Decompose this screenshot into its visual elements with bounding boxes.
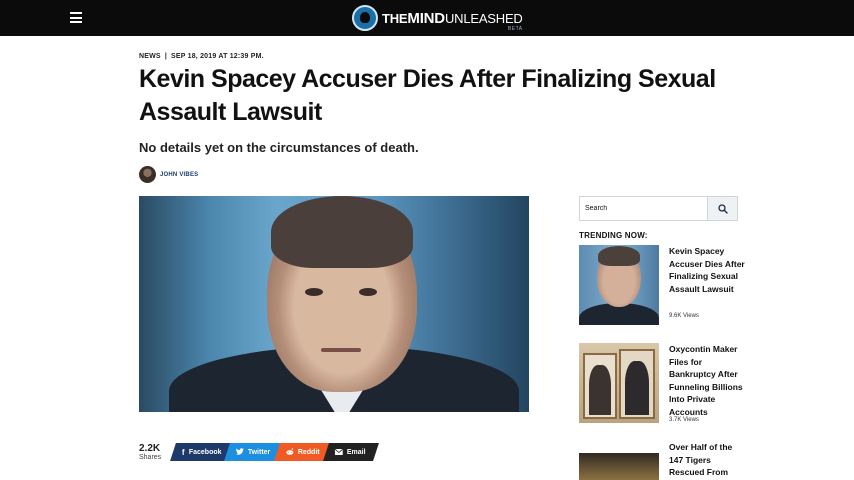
article-meta: NEWS | SEP 18, 2019 AT 12:39 PM. — [139, 53, 264, 60]
hero-image — [139, 196, 529, 412]
article-title: Kevin Spacey Accuser Dies After Finalizi… — [139, 65, 716, 126]
site-logo[interactable]: THEMINDUNLEASHED BETA — [352, 4, 523, 32]
search-button[interactable] — [707, 197, 737, 220]
author-name[interactable]: JOHN VIBES — [160, 172, 198, 178]
trending-thumbnail[interactable] — [579, 343, 659, 423]
reddit-icon — [286, 447, 294, 457]
trending-item-title[interactable]: Kevin Spacey Accuser Dies After Finalizi… — [669, 245, 747, 295]
trending-item-views: 3.7K Views — [669, 417, 699, 423]
search-box — [579, 196, 738, 221]
share-bar: 2.2K Shares f Facebook Twitter Reddit Ema… — [139, 441, 379, 463]
hero-hair — [271, 196, 413, 268]
search-icon — [717, 203, 728, 214]
facebook-icon: f — [182, 447, 185, 457]
logo-unleashed: UNLEASHED — [444, 10, 523, 26]
hero-mouth — [321, 348, 361, 352]
trending-item-title[interactable]: Over Half of the 147 Tigers Rescued From — [669, 441, 747, 479]
author-byline[interactable]: JOHN VIBES — [139, 166, 198, 183]
logo-the: THE — [382, 10, 408, 26]
search-input[interactable] — [580, 197, 707, 220]
category-link[interactable]: NEWS — [139, 53, 161, 60]
logo-mind: MIND — [407, 9, 445, 27]
brain-logo-icon — [352, 5, 378, 31]
trending-item-views: 9.6K Views — [669, 313, 699, 319]
top-navigation-bar: THEMINDUNLEASHED BETA — [0, 0, 854, 36]
share-email-button[interactable]: Email — [322, 443, 379, 461]
article-subtitle: No details yet on the circumstances of d… — [139, 140, 419, 155]
publish-date: SEP 18, 2019 AT 12:39 PM. — [170, 53, 264, 60]
trending-heading: TRENDING NOW: — [579, 231, 648, 240]
share-count: 2.2K Shares — [139, 443, 169, 462]
twitter-icon — [236, 447, 245, 457]
logo-wordmark: THEMINDUNLEASHED BETA — [382, 9, 523, 32]
trending-item[interactable]: Oxycontin Maker Files for Bankruptcy Aft… — [579, 343, 749, 425]
trending-thumbnail[interactable] — [579, 453, 659, 480]
trending-thumbnail[interactable] — [579, 245, 659, 325]
email-icon — [334, 448, 343, 457]
share-count-value: 2.2K — [139, 442, 161, 454]
meta-separator: | — [164, 53, 167, 60]
hero-eyes — [305, 288, 377, 298]
author-avatar[interactable] — [139, 166, 156, 183]
share-count-label: Shares — [139, 453, 162, 461]
trending-item[interactable]: Kevin Spacey Accuser Dies After Finalizi… — [579, 245, 749, 327]
logo-beta-tag: BETA — [507, 25, 523, 32]
menu-icon[interactable] — [70, 12, 82, 23]
trending-item[interactable]: Over Half of the 147 Tigers Rescued From — [579, 441, 749, 480]
trending-item-title[interactable]: Oxycontin Maker Files for Bankruptcy Aft… — [669, 343, 747, 418]
